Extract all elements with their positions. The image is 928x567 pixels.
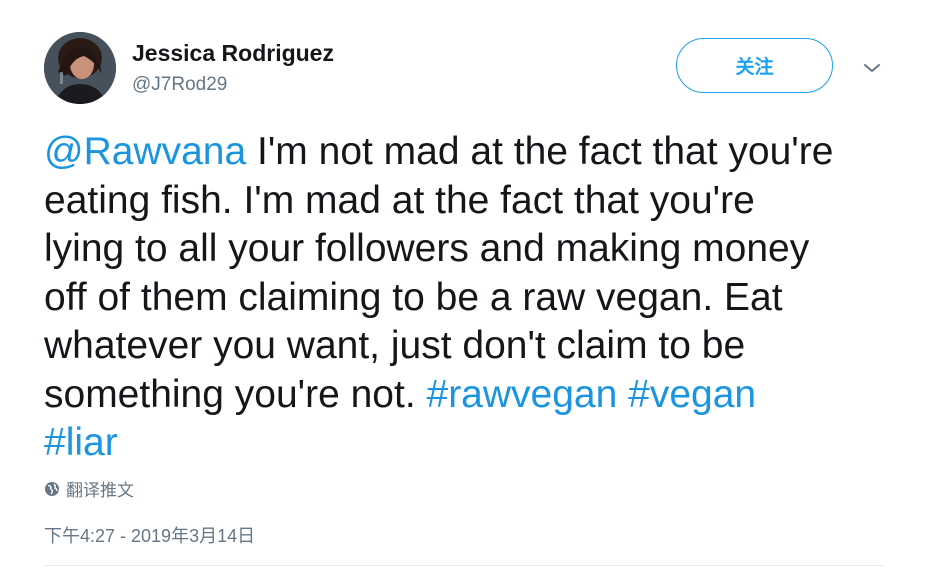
tweet-line: off of them claiming to be a raw vegan. … bbox=[44, 275, 783, 319]
mention-link[interactable]: @Rawvana bbox=[44, 130, 246, 173]
globe-icon bbox=[45, 481, 59, 496]
display-name[interactable]: Jessica Rodriguez bbox=[132, 40, 334, 67]
tweet-line: eating fish. I'm mad at the fact that yo… bbox=[44, 178, 755, 222]
hashtag-link[interactable]: #rawvegan bbox=[427, 373, 618, 416]
more-options-button[interactable] bbox=[856, 54, 888, 82]
translate-label: 翻译推文 bbox=[66, 481, 134, 500]
avatar[interactable] bbox=[44, 32, 116, 104]
tweet-text: @Rawvana I'm not mad at the fact that yo… bbox=[44, 128, 904, 468]
chevron-down-icon bbox=[864, 64, 880, 72]
divider bbox=[44, 565, 884, 566]
hashtag-link[interactable]: #liar bbox=[44, 421, 118, 464]
follow-button[interactable]: 关注 bbox=[676, 38, 833, 93]
tweet-line: lying to all your followers and making m… bbox=[44, 227, 810, 270]
avatar-photo bbox=[44, 32, 116, 104]
tweet-line: #liar bbox=[44, 419, 904, 468]
tweet-text-segment: I'm not mad at the fact that you're bbox=[246, 130, 834, 173]
tweet-text-segment: something you're not. bbox=[44, 372, 427, 416]
tweet-timestamp[interactable]: 下午4:27 - 2019年3月14日 bbox=[44, 522, 255, 548]
tweet-line: something you're not. #rawvegan #vegan bbox=[44, 371, 904, 420]
translate-tweet-link[interactable]: 翻译推文 bbox=[44, 476, 134, 501]
tweet-line: @Rawvana I'm not mad at the fact that yo… bbox=[44, 128, 904, 177]
hashtag-link[interactable]: #vegan bbox=[628, 373, 756, 416]
follow-button-label: 关注 bbox=[735, 57, 774, 78]
user-handle[interactable]: @J7Rod29 bbox=[132, 74, 227, 96]
tweet-line: whatever you want, just don't claim to b… bbox=[44, 324, 746, 367]
